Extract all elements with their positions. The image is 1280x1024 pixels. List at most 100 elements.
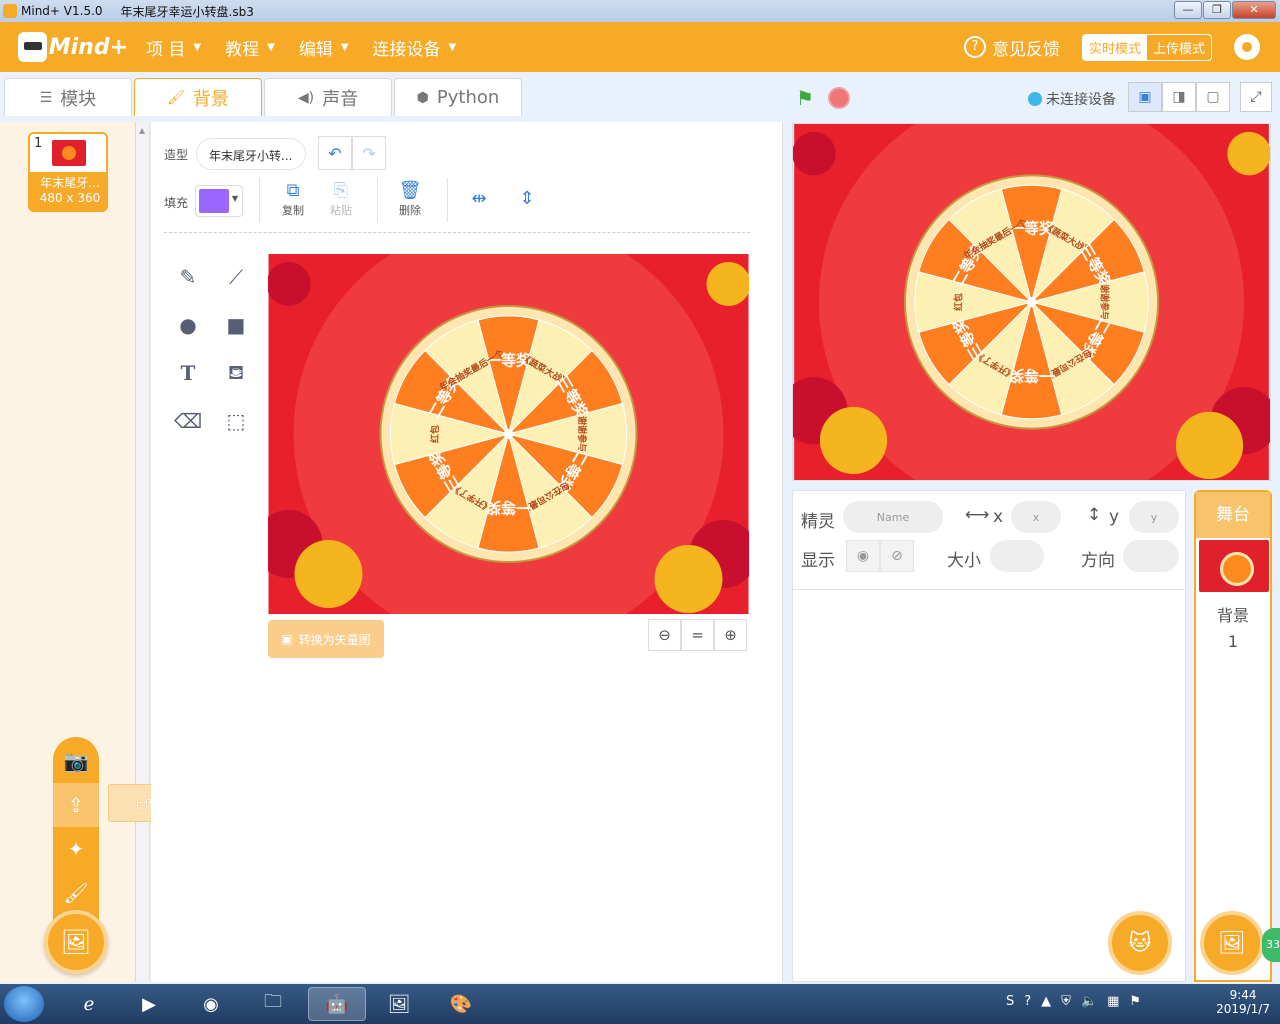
speaker-icon: ◀) [297,89,315,106]
paint-canvas[interactable]: 一等奖《蔬菜大战》三等奖谢谢参与二等奖包在公司最后一等奖《开学了》三等奖红包二等… [268,254,749,614]
show-eye-icon[interactable]: ◉ [846,540,880,572]
realtime-mode-button[interactable]: 实时模式 [1082,34,1147,60]
tab-blocks[interactable]: ☰ 模块 [4,78,132,116]
action-center-icon[interactable]: ⚑ [1129,994,1141,1009]
clock[interactable]: 9:44 2019/1/7 [1216,988,1270,1016]
delete-button[interactable]: 🗑 删除 [390,180,430,218]
flip-horizontal-icon: ⇹ [471,188,487,209]
choose-backdrop-button[interactable]: 🖼 [44,910,108,974]
paint-icon[interactable]: 🖌 [53,871,99,915]
tray-expand-icon[interactable]: ▲ [1041,994,1051,1009]
ie-icon[interactable]: ℯ [60,987,118,1021]
chrome-icon[interactable]: ◉ [182,987,240,1021]
shield-icon[interactable]: ⛨ [1061,994,1071,1009]
backdrop-list-scrollbar[interactable]: ▲ [136,122,150,982]
eraser-tool-icon[interactable]: ⌫ [171,404,205,438]
editor-tabs: ☰ 模块 🖌 背景 ◀) 声音 ⬢ Python [4,78,524,116]
zoom-in-icon[interactable]: ⊕ [714,619,747,651]
small-stage-icon[interactable]: ▣ [1128,82,1162,112]
menu-edit[interactable]: 编辑 ▼ [299,35,349,60]
stop-icon[interactable] [828,87,850,109]
add-backdrop-menu: 📷 ⇪ ✦ 🖌 [53,737,99,937]
network-icon[interactable]: ▦ [1107,994,1119,1009]
text-tool-icon[interactable]: T [171,356,205,390]
y-input[interactable]: y [1129,501,1179,533]
stage-canvas[interactable]: 一等奖《蔬菜大战》三等奖谢谢参与二等奖包在公司最后一等奖《开学了》三等奖红包二等… [792,123,1271,481]
volume-icon[interactable]: 🔈 [1081,994,1097,1009]
hide-eye-icon[interactable]: ⊘ [880,540,914,572]
zoom-reset-button[interactable]: = [681,619,714,651]
fill-color-picker[interactable]: ▼ [195,185,243,217]
select-tool-icon[interactable]: ⬚ [219,404,253,438]
surprise-icon[interactable]: ✦ [53,827,99,871]
fullscreen-icon[interactable]: ⤢ [1240,82,1272,112]
green-flag-icon[interactable]: ⚑ [796,88,818,108]
choose-stage-backdrop-button[interactable]: 🖼 [1200,911,1264,975]
upload-mode-button[interactable]: 上传模式 [1147,35,1211,60]
paste-button[interactable]: ⎘ 粘贴 [321,180,361,218]
tab-sounds[interactable]: ◀) 声音 [264,78,392,116]
app-name: Mind+ V1.5.0 [21,4,103,18]
mindplus-task-icon[interactable]: 🤖 [308,987,366,1021]
normal-stage-icon[interactable]: ◨ [1162,82,1196,112]
camera-icon[interactable]: 📷 [53,739,99,783]
undo-icon[interactable]: ↶ [318,136,352,170]
circle-tool-icon[interactable]: ● [171,308,205,342]
upload-icon[interactable]: ⇪ [53,783,99,827]
flip-vertical-icon: ⇕ [519,188,535,209]
convert-to-vector-button[interactable]: ▣ 转换为矢量图 [268,620,384,658]
chevron-down-icon: ▼ [448,41,457,53]
image-icon: ▣ [281,632,293,646]
gear-icon[interactable] [1234,34,1260,60]
costume-name-input[interactable]: 年末尾牙小转... [196,138,306,170]
choose-sprite-button[interactable]: 🐱 [1108,911,1172,975]
menu-tutorial[interactable]: 教程 ▼ [225,35,275,60]
tab-python[interactable]: ⬢ Python [394,78,522,116]
stage-selector[interactable]: 舞台 背景 1 [1194,490,1272,982]
flip-vertical-button[interactable]: ⇕ [507,188,547,210]
help-icon[interactable]: ? [1024,994,1031,1009]
flower-decoration [1227,131,1270,176]
connection-status[interactable]: 未连接设备 [1028,89,1116,109]
menu-project[interactable]: 项 目 ▼ [146,35,201,60]
menu-connect-device[interactable]: 连接设备 ▼ [373,35,457,60]
brush-tool-icon[interactable]: ✎ [171,260,205,294]
x-input[interactable]: x [1011,501,1061,533]
fill-tool-icon[interactable]: ⛾ [219,356,253,390]
app-icon [3,4,17,18]
redo-icon[interactable]: ↷ [352,136,386,170]
backdrop-item[interactable]: 1 年末尾牙... 480 x 360 [28,132,108,212]
copy-button[interactable]: ⧉ 复制 [273,180,313,218]
paint-editor: 造型 年末尾牙小转... ↶ ↷ 填充 ▼ ⧉ 复制 ⎘ 粘贴 🗑 删除 ⇹ ⇕ ✎ … [151,122,783,982]
paint-app-icon[interactable]: 🎨 [432,987,490,1021]
flip-horizontal-button[interactable]: ⇹ [459,188,499,210]
large-stage-icon[interactable]: ▢ [1196,82,1230,112]
x-arrow-icon: ⟷ [965,505,990,525]
maximize-icon[interactable]: ❐ [1203,1,1231,19]
direction-input[interactable] [1123,540,1179,572]
feedback-button[interactable]: ? 意见反馈 [963,35,1060,60]
ime-icon[interactable]: S [1006,994,1014,1009]
backdrop-count: 1 [1227,632,1239,651]
trash-icon: 🗑 [398,180,422,201]
line-tool-icon[interactable]: ⟋ [219,260,253,294]
zoom-out-icon[interactable]: ⊖ [648,619,681,651]
photo-viewer-icon[interactable]: 🖼 [370,987,428,1021]
window-title-bar: Mind+ V1.5.0 年末尾牙幸运小转盘.sb3 — ❐ ✕ [0,0,1280,22]
visibility-toggle: ◉ ⊘ [846,540,914,572]
rectangle-tool-icon[interactable]: ■ [219,308,253,342]
scroll-up-icon[interactable]: ▲ [139,126,145,135]
robot-logo-icon [18,32,47,62]
minimize-icon[interactable]: — [1174,1,1202,19]
flower-decoration [268,262,311,306]
file-explorer-icon[interactable]: 🗀 [244,987,302,1021]
undo-redo: ↶ ↷ [318,136,386,170]
windows-start-icon[interactable] [4,986,44,1022]
media-player-icon[interactable]: ▶ [120,987,178,1021]
close-icon[interactable]: ✕ [1232,1,1276,19]
sprite-name-input[interactable]: Name [843,501,943,533]
sprite-label: 精灵 [801,512,835,532]
file-name: 年末尾牙幸运小转盘.sb3 [120,4,254,19]
tab-backdrops[interactable]: 🖌 背景 [134,78,262,116]
size-input[interactable] [990,540,1044,572]
